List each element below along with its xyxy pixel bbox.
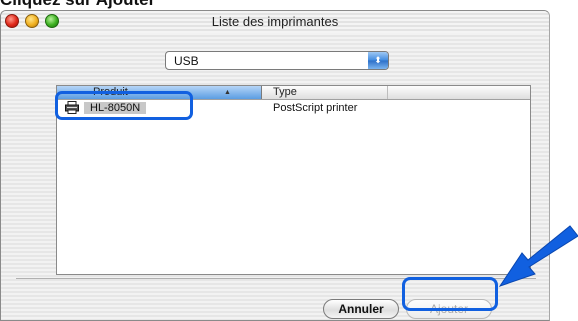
window-title: Liste des imprimantes xyxy=(211,14,339,29)
printer-list-window: Liste des imprimantes USB ⬍ Produit ▲ Ty… xyxy=(0,10,550,321)
printer-type: PostScript printer xyxy=(273,102,358,114)
connection-type-value: USB xyxy=(174,54,199,68)
sort-ascending-icon: ▲ xyxy=(224,89,231,96)
connection-type-select[interactable]: USB ⬍ xyxy=(165,51,389,70)
instruction-heading-text: Cliquez sur Ajouter xyxy=(0,0,155,10)
cancel-button[interactable]: Annuler xyxy=(323,299,399,319)
popup-arrows-icon: ⬍ xyxy=(368,52,388,69)
column-header-type-label: Type xyxy=(273,86,297,98)
pointer-arrow-icon xyxy=(498,225,578,287)
product-highlight-outline xyxy=(55,91,193,120)
title-bar: Liste des imprimantes xyxy=(1,11,549,34)
column-header-type[interactable]: Type xyxy=(262,86,388,99)
add-button-highlight-outline xyxy=(402,277,498,311)
